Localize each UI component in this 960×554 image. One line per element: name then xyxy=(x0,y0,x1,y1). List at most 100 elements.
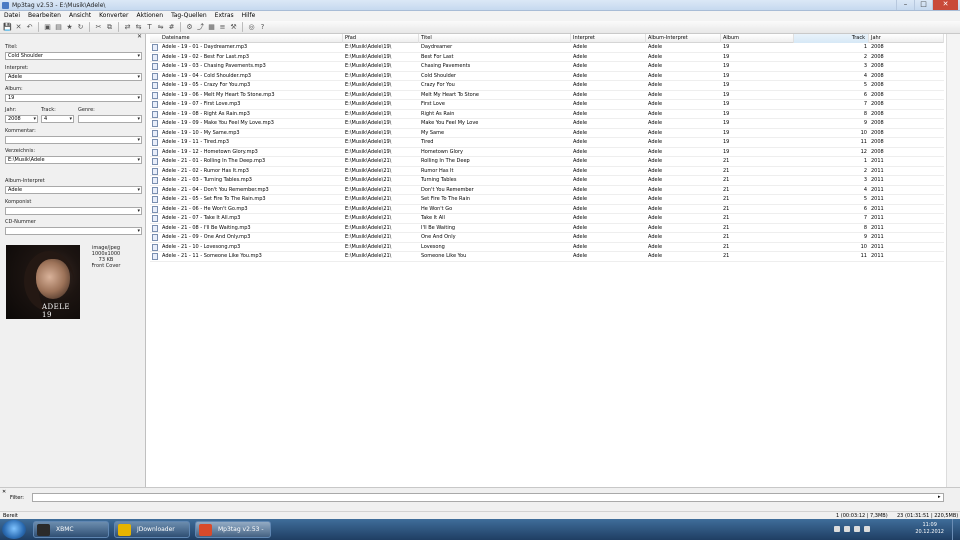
chevron-down-icon[interactable]: ▾ xyxy=(137,187,140,193)
chevron-down-icon[interactable]: ▾ xyxy=(137,137,140,143)
copy-icon[interactable]: ⧉ xyxy=(105,23,114,32)
table-row[interactable]: Adele - 19 - 11 - Tired.mp3 E:\Musik\Adel… xyxy=(150,138,944,148)
table-row[interactable]: Adele - 19 - 06 - Melt My Heart To Stone… xyxy=(150,91,944,100)
table-row[interactable]: Adele - 19 - 07 - First Love.mp3 E:\Musik… xyxy=(150,100,944,110)
table-row[interactable]: Adele - 19 - 08 - Right As Rain.mp3 E:\Mu… xyxy=(150,110,944,119)
table-row[interactable]: Adele - 21 - 06 - He Won't Go.mp3 E:\Musi… xyxy=(150,205,944,214)
column-header-pfad[interactable]: Pfad xyxy=(343,34,419,43)
genre-field[interactable]: ▾ xyxy=(78,115,142,123)
table-row[interactable]: Adele - 21 - 01 - Rolling In The Deep.mp… xyxy=(150,157,944,167)
cd-number-field[interactable]: ▾ xyxy=(5,227,142,235)
auto-numbering-icon[interactable]: # xyxy=(167,23,176,32)
table-row[interactable]: Adele - 21 - 02 - Rumor Has It.mp3 E:\Mus… xyxy=(150,167,944,176)
minimize-button[interactable]: – xyxy=(896,0,914,10)
cut-icon[interactable]: ✂ xyxy=(94,23,103,32)
help-icon[interactable]: ? xyxy=(258,23,267,32)
chevron-down-icon[interactable]: ▾ xyxy=(137,228,140,234)
column-header-track[interactable]: Track xyxy=(794,34,869,43)
undo-icon[interactable]: ↶ xyxy=(25,23,34,32)
chevron-down-icon[interactable]: ▾ xyxy=(137,53,140,59)
menu-ansicht[interactable]: Ansicht xyxy=(65,11,95,21)
table-row[interactable]: Adele - 21 - 03 - Turning Tables.mp3 E:\M… xyxy=(150,176,944,186)
album-cover[interactable]: ADELE 19 xyxy=(6,245,80,319)
title-field[interactable]: Cold Shoulder ▾ xyxy=(5,52,142,60)
chevron-down-icon[interactable]: ▾ xyxy=(137,116,140,122)
table-row[interactable]: Adele - 21 - 11 - Someone Like You.mp3 E:… xyxy=(150,252,944,262)
menu-hilfe[interactable]: Hilfe xyxy=(238,11,260,21)
column-header-dateiname[interactable]: Dateiname xyxy=(160,34,343,43)
table-row[interactable]: Adele - 19 - 05 - Crazy For You.mp3 E:\Mu… xyxy=(150,81,944,91)
chevron-down-icon[interactable]: ▾ xyxy=(33,116,36,122)
table-row[interactable]: Adele - 19 - 09 - Make You Feel My Love.… xyxy=(150,119,944,129)
chevron-down-icon[interactable]: ▾ xyxy=(137,157,140,163)
flag-icon[interactable] xyxy=(834,526,840,532)
menu-extras[interactable]: Extras xyxy=(211,11,238,21)
vertical-scrollbar[interactable] xyxy=(946,34,960,487)
actions-icon[interactable]: ⚙ xyxy=(185,23,194,32)
show-desktop-button[interactable] xyxy=(952,519,960,540)
table-row[interactable]: Adele - 21 - 08 - I'll Be Waiting.mp3 E:\… xyxy=(150,224,944,233)
album-artist-field[interactable]: Adele ▾ xyxy=(5,186,142,194)
tag-to-tag-icon[interactable]: ⇋ xyxy=(156,23,165,32)
table-row[interactable]: Adele - 21 - 05 - Set Fire To The Rain.m… xyxy=(150,195,944,205)
playlist-icon[interactable]: ▦ xyxy=(207,23,216,32)
filter-go-icon[interactable]: ▸ xyxy=(938,494,941,500)
composer-field[interactable]: ▾ xyxy=(5,207,142,215)
start-button[interactable] xyxy=(2,520,26,539)
menu-aktionen[interactable]: Aktionen xyxy=(132,11,167,21)
chevron-down-icon[interactable]: ▾ xyxy=(69,116,72,122)
taskbar-item-jdownloader[interactable]: JDownloader xyxy=(114,521,190,538)
close-button[interactable]: ✕ xyxy=(932,0,958,10)
tag-to-filename-icon[interactable]: ⇄ xyxy=(123,23,132,32)
artist-field[interactable]: Adele ▾ xyxy=(5,73,142,81)
text-to-tag-icon[interactable]: T xyxy=(145,23,154,32)
menu-datei[interactable]: Datei xyxy=(0,11,24,21)
add-folder-icon[interactable]: ▤ xyxy=(54,23,63,32)
export-icon[interactable]: ⤴ xyxy=(196,23,205,32)
monitor-icon[interactable] xyxy=(844,526,850,532)
close-filter-icon[interactable]: ✕ xyxy=(2,489,6,495)
filename-to-tag-icon[interactable]: ⇆ xyxy=(134,23,143,32)
chevron-down-icon[interactable]: ▾ xyxy=(137,208,140,214)
table-row[interactable]: Adele - 19 - 03 - Chasing Pavements.mp3 E… xyxy=(150,62,944,72)
chevron-down-icon[interactable]: ▾ xyxy=(137,95,140,101)
directory-field[interactable]: E:\Musik\Adele ▾ xyxy=(5,156,142,164)
table-row[interactable]: Adele - 19 - 02 - Best For Last.mp3 E:\Mu… xyxy=(150,53,944,62)
comment-field[interactable]: ▾ xyxy=(5,136,142,144)
chevron-down-icon[interactable]: ▾ xyxy=(137,74,140,80)
menu-tag-quellen[interactable]: Tag-Quellen xyxy=(167,11,211,21)
column-header-jahr[interactable]: Jahr xyxy=(869,34,944,43)
menu-bearbeiten[interactable]: Bearbeiten xyxy=(24,11,65,21)
taskbar-item-mp3tag[interactable]: Mp3tag v2.53 - E... xyxy=(195,521,271,549)
refresh-icon[interactable]: ↻ xyxy=(76,23,85,32)
taskbar-item-xbmc[interactable]: XBMC xyxy=(33,521,109,538)
column-header-titel[interactable]: Titel xyxy=(419,34,571,43)
table-row[interactable]: Adele - 19 - 10 - My Same.mp3 E:\Musik\Ad… xyxy=(150,129,944,138)
web-source-icon[interactable]: ◎ xyxy=(247,23,256,32)
open-folder-icon[interactable]: ▣ xyxy=(43,23,52,32)
extended-tags-icon[interactable]: ≡ xyxy=(218,23,227,32)
column-header-album-interpret[interactable]: Album-Interpret xyxy=(646,34,721,43)
track-field[interactable]: 4 ▾ xyxy=(41,115,74,123)
table-row[interactable]: Adele - 19 - 04 - Cold Shoulder.mp3 E:\Mu… xyxy=(150,72,944,81)
network-icon[interactable] xyxy=(854,526,860,532)
table-row[interactable]: Adele - 21 - 09 - One And Only.mp3 E:\Mus… xyxy=(150,233,944,243)
favorites-icon[interactable]: ★ xyxy=(65,23,74,32)
table-row[interactable]: Adele - 21 - 07 - Take It All.mp3 E:\Musi… xyxy=(150,214,944,224)
column-header-album[interactable]: Album xyxy=(721,34,794,43)
table-row[interactable]: Adele - 19 - 01 - Daydreamer.mp3 E:\Musik… xyxy=(150,43,944,53)
remove-icon[interactable]: ✕ xyxy=(14,23,23,32)
year-field[interactable]: 2008 ▾ xyxy=(5,115,38,123)
table-row[interactable]: Adele - 21 - 10 - Lovesong.mp3 E:\Musik\A… xyxy=(150,243,944,252)
clock[interactable]: 11:09 20.12.2012 xyxy=(915,522,944,536)
table-row[interactable]: Adele - 21 - 04 - Don't You Remember.mp3… xyxy=(150,186,944,195)
volume-icon[interactable] xyxy=(864,526,870,532)
maximize-button[interactable]: □ xyxy=(914,0,932,10)
album-field[interactable]: 19 ▾ xyxy=(5,94,142,102)
column-header-interpret[interactable]: Interpret xyxy=(571,34,646,43)
table-row[interactable]: Adele - 19 - 12 - Hometown Glory.mp3 E:\M… xyxy=(150,148,944,157)
close-panel-icon[interactable]: ✕ xyxy=(137,33,142,40)
filter-input[interactable] xyxy=(32,493,944,502)
options-icon[interactable]: ⚒ xyxy=(229,23,238,32)
save-icon[interactable]: 💾 xyxy=(3,23,12,32)
